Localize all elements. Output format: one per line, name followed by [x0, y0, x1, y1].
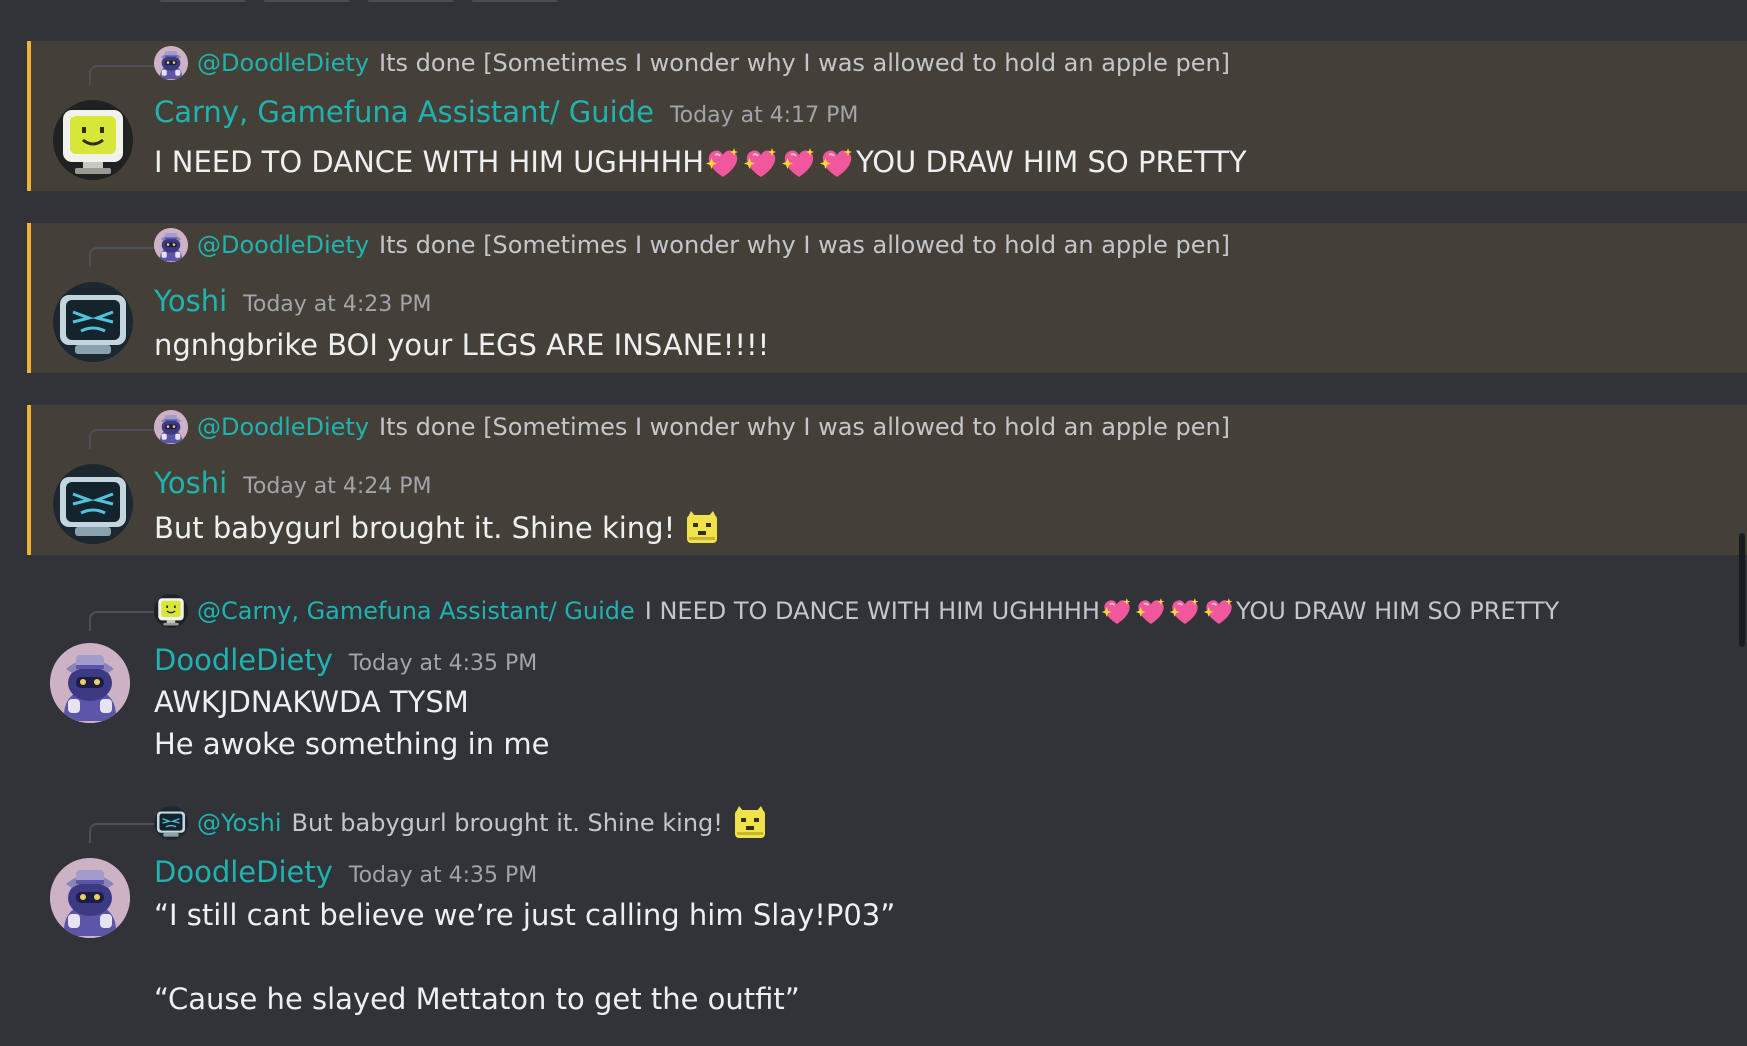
- reply-spine: [89, 429, 155, 449]
- knight-avatar-icon: [154, 46, 188, 80]
- cat-emoji-icon: [687, 511, 718, 543]
- sparkling-heart-icon: [706, 148, 739, 177]
- reply-preview[interactable]: @DoodleDiety Its done [Sometimes I wonde…: [154, 409, 1230, 445]
- reply-text: Its done [Sometimes I wonder why I was a…: [379, 413, 1231, 441]
- cat-emoji-icon: [723, 804, 769, 842]
- reply-preview[interactable]: @DoodleDiety Its done [Sometimes I wonde…: [154, 227, 1230, 263]
- knight-avatar-icon[interactable]: [50, 643, 130, 723]
- reply-text: I NEED TO DANCE WITH HIM UGHHHH: [644, 597, 1100, 625]
- message-text: ngnhgbrike BOI your LEGS ARE INSANE!!!!: [154, 328, 770, 362]
- username[interactable]: Carny, Gamefuna Assistant/ Guide: [154, 95, 654, 129]
- reply-mention[interactable]: @DoodleDiety: [197, 49, 369, 77]
- message-header: DoodleDiety Today at 4:35 PM: [154, 855, 537, 889]
- username[interactable]: DoodleDiety: [154, 855, 333, 889]
- tv-smile-avatar-icon: [154, 594, 188, 628]
- sparkling-heart-emojis: [1100, 596, 1236, 627]
- message-header: Yoshi Today at 4:23 PM: [154, 284, 432, 318]
- username[interactable]: Yoshi: [154, 284, 227, 318]
- knight-avatar-icon[interactable]: [50, 858, 130, 938]
- tv-face-avatar-icon[interactable]: [53, 282, 133, 362]
- message-item[interactable]: @DoodleDiety Its done [Sometimes I wonde…: [27, 405, 1747, 555]
- chat-message-list[interactable]: @DoodleDiety Its done [Sometimes I wonde…: [0, 0, 1747, 1046]
- reply-spine: [89, 247, 155, 267]
- message-text: But babygurl brought it. Shine king!: [154, 511, 676, 545]
- sparkling-heart-icon: [820, 148, 853, 177]
- message-content: I NEED TO DANCE WITH HIM UGHHHH YOU DRAW…: [154, 142, 1247, 182]
- message-header: Carny, Gamefuna Assistant/ Guide Today a…: [154, 95, 858, 129]
- sparkling-heart-icon: [1203, 597, 1233, 624]
- reply-mention[interactable]: @Yoshi: [197, 809, 282, 837]
- reply-text: Its done [Sometimes I wonder why I was a…: [379, 49, 1231, 77]
- reply-spine: [89, 65, 155, 85]
- cat-emoji-icon: [675, 509, 721, 547]
- reply-text-tail: YOU DRAW HIM SO PRETTY: [1235, 597, 1560, 625]
- message-text-tail: YOU DRAW HIM SO PRETTY: [856, 145, 1247, 179]
- username[interactable]: Yoshi: [154, 466, 227, 500]
- message-line: “I still cant believe we’re just calling…: [154, 895, 895, 935]
- message-item[interactable]: @DoodleDiety Its done [Sometimes I wonde…: [27, 223, 1747, 373]
- username[interactable]: DoodleDiety: [154, 643, 333, 677]
- reply-preview[interactable]: @Carny, Gamefuna Assistant/ Guide I NEED…: [154, 593, 1559, 629]
- message-header: DoodleDiety Today at 4:35 PM: [154, 643, 537, 677]
- knight-avatar-icon: [154, 228, 188, 262]
- message-line: AWKJDNAKWDA TYSM: [154, 682, 469, 722]
- reply-text: Its done [Sometimes I wonder why I was a…: [379, 231, 1231, 259]
- reply-text: But babygurl brought it. Shine king!: [291, 809, 723, 837]
- message-line: He awoke something in me: [154, 724, 549, 764]
- message-text: AWKJDNAKWDA TYSM: [154, 685, 469, 719]
- reply-mention[interactable]: @DoodleDiety: [197, 231, 369, 259]
- sparkling-heart-icon: [744, 148, 777, 177]
- sparkling-heart-icon: [1101, 597, 1131, 624]
- timestamp[interactable]: Today at 4:23 PM: [243, 292, 431, 317]
- timestamp[interactable]: Today at 4:24 PM: [243, 474, 431, 499]
- reply-preview[interactable]: @DoodleDiety Its done [Sometimes I wonde…: [154, 45, 1230, 81]
- timestamp[interactable]: Today at 4:17 PM: [670, 103, 858, 128]
- message-content: But babygurl brought it. Shine king!: [154, 507, 721, 549]
- message-item[interactable]: @Carny, Gamefuna Assistant/ Guide I NEED…: [0, 587, 1747, 767]
- sparkling-heart-emojis: [704, 144, 856, 180]
- timestamp[interactable]: Today at 4:35 PM: [349, 863, 537, 888]
- message-content: ngnhgbrike BOI your LEGS ARE INSANE!!!!: [154, 325, 769, 365]
- message-text: “I still cant believe we’re just calling…: [154, 898, 896, 932]
- message-header: Yoshi Today at 4:24 PM: [154, 466, 432, 500]
- message-text: I NEED TO DANCE WITH HIM UGHHHH: [154, 145, 705, 179]
- message-line: “Cause he slayed Mettaton to get the out…: [154, 979, 800, 1019]
- cat-emoji-icon: [734, 806, 765, 838]
- message-text: “Cause he slayed Mettaton to get the out…: [154, 982, 800, 1016]
- scrollbar-thumb[interactable]: [1739, 533, 1745, 647]
- message-text: He awoke something in me: [154, 727, 550, 761]
- knight-avatar-icon: [154, 410, 188, 444]
- reply-mention[interactable]: @Carny, Gamefuna Assistant/ Guide: [197, 597, 635, 625]
- timestamp[interactable]: Today at 4:35 PM: [349, 651, 537, 676]
- tv-face-avatar-icon: [154, 806, 188, 840]
- sparkling-heart-icon: [1169, 597, 1199, 624]
- sparkling-heart-icon: [782, 148, 815, 177]
- reply-spine: [89, 823, 155, 843]
- reply-mention[interactable]: @DoodleDiety: [197, 413, 369, 441]
- previous-message-reactions-edge: [160, 0, 558, 2]
- reply-preview[interactable]: @Yoshi But babygurl brought it. Shine ki…: [154, 805, 769, 841]
- tv-smile-avatar-icon[interactable]: [53, 100, 133, 180]
- message-item[interactable]: @Yoshi But babygurl brought it. Shine ki…: [0, 800, 1747, 1046]
- reply-spine: [89, 611, 155, 631]
- sparkling-heart-icon: [1135, 597, 1165, 624]
- message-item[interactable]: @DoodleDiety Its done [Sometimes I wonde…: [27, 41, 1747, 191]
- tv-face-avatar-icon[interactable]: [53, 464, 133, 544]
